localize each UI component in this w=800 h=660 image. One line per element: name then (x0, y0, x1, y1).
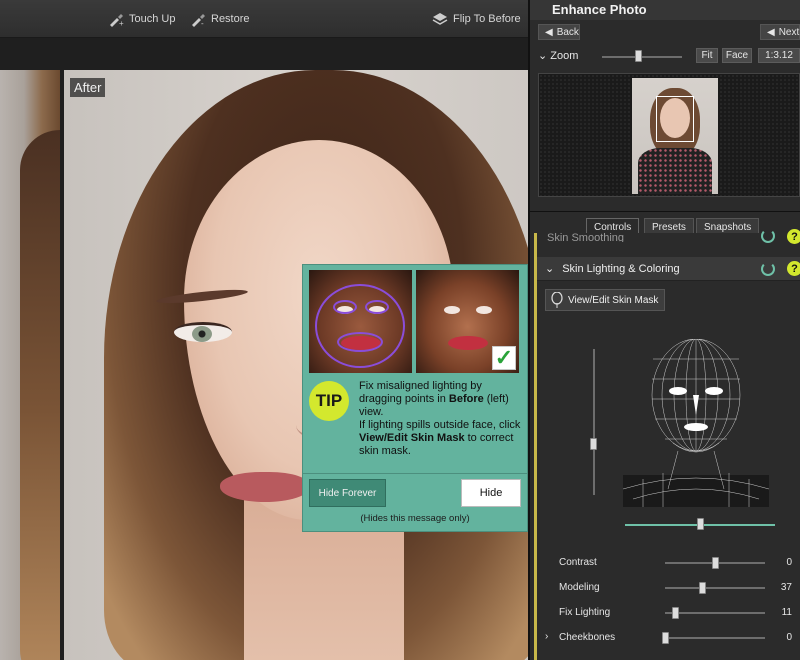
vertical-light-slider[interactable] (593, 349, 595, 495)
contrast-knob[interactable] (712, 557, 719, 569)
modeling-label: Modeling (559, 582, 600, 593)
zoom-slider-knob[interactable] (635, 50, 642, 62)
flip-to-before-button[interactable]: Flip To Before (432, 11, 521, 27)
zoom-slider[interactable] (602, 56, 682, 58)
face-button[interactable]: Face (722, 48, 752, 63)
skin-smoothing-header[interactable]: Skin Smoothing (547, 232, 624, 242)
portrait-lips (220, 472, 310, 502)
help-icon[interactable]: ? (787, 229, 800, 244)
brush-icon: - (192, 14, 205, 27)
restore-label: Restore (211, 13, 250, 25)
enhance-panel: Enhance Photo ◀ Back ◀ Next ⌄ Zoom Fit Fac… (528, 0, 800, 660)
chevron-right-icon[interactable]: › (545, 631, 548, 642)
help-icon[interactable]: ? (787, 261, 800, 276)
back-button[interactable]: ◀ Back (538, 24, 580, 40)
panel-title: Enhance Photo (530, 0, 800, 20)
horizontal-light-knob[interactable] (697, 518, 704, 530)
cheekbones-knob[interactable] (662, 632, 669, 644)
left-eye (174, 322, 232, 342)
top-toolbar: + Touch Up - Restore Flip To Before (0, 0, 528, 38)
zoom-toggle[interactable]: ⌄ Zoom (538, 49, 578, 62)
after-label: After (70, 78, 106, 97)
layers-icon (432, 13, 448, 25)
tip-badge: TIP (309, 381, 349, 421)
modeling-knob[interactable] (699, 582, 706, 594)
tip-before-image (309, 270, 412, 373)
view-edit-skin-mask-button[interactable]: View/Edit Skin Mask (545, 289, 665, 311)
power-icon[interactable] (761, 262, 775, 276)
tip-actions: Hide Forever Hide (303, 473, 527, 511)
fix-lighting-value: 11 (781, 607, 792, 618)
restore-button[interactable]: - Restore (190, 11, 250, 27)
touch-up-button[interactable]: + Touch Up (108, 11, 175, 27)
brush-icon: + (110, 14, 124, 27)
head-wireframe[interactable] (623, 339, 769, 507)
panel-tabs: Controls Presets Snapshots (530, 211, 800, 235)
cheekbones-value: 0 (786, 632, 792, 643)
zoom-row: ⌄ Zoom Fit Face 1:3.12 (530, 47, 800, 65)
flip-label: Flip To Before (453, 13, 521, 25)
tip-message: Fix misaligned lighting by dragging poin… (359, 380, 521, 457)
contrast-slider-row: Contrast 0 (537, 554, 800, 574)
controls-panel: Skin Smoothing ? ⌄ Skin Lighting & Color… (534, 229, 800, 660)
contrast-value: 0 (786, 557, 792, 568)
mask-icon (551, 292, 563, 308)
zoom-ratio-field[interactable]: 1:3.12 (758, 48, 800, 63)
tip-after-image: ✓ (416, 270, 519, 373)
fix-lighting-label: Fix Lighting (559, 607, 611, 618)
fit-button[interactable]: Fit (696, 48, 718, 63)
modeling-value: 37 (780, 582, 792, 593)
checkmark-icon: ✓ (492, 346, 516, 370)
navigator-preview[interactable] (538, 73, 800, 197)
power-icon[interactable] (761, 229, 775, 243)
caret-left-icon: ◀ (545, 26, 553, 38)
chevron-down-icon: ⌄ (545, 263, 555, 275)
fix-lighting-slider[interactable] (665, 612, 765, 614)
hide-button[interactable]: Hide (461, 479, 521, 507)
before-view[interactable] (0, 70, 60, 660)
navigator-thumbnail (632, 78, 718, 194)
svg-text:-: - (201, 19, 204, 27)
modeling-slider[interactable] (665, 587, 765, 589)
contrast-label: Contrast (559, 557, 597, 568)
cheekbones-slider-row: › Cheekbones 0 (537, 629, 800, 649)
fix-lighting-slider-row: Fix Lighting 11 (537, 604, 800, 624)
touch-up-label: Touch Up (129, 13, 176, 25)
tip-popup: ✓ TIP Fix misaligned lighting by draggin… (302, 264, 528, 532)
caret-right-icon: ◀ (767, 26, 775, 38)
hide-forever-button[interactable]: Hide Forever (309, 479, 386, 507)
fix-lighting-knob[interactable] (672, 607, 679, 619)
modeling-slider-row: Modeling 37 (537, 579, 800, 599)
chevron-down-icon: ⌄ (538, 50, 548, 62)
vertical-light-knob[interactable] (590, 437, 597, 450)
svg-text:+: + (119, 19, 124, 27)
view-rectangle[interactable] (656, 96, 694, 142)
cheekbones-label: Cheekbones (559, 632, 616, 643)
next-button[interactable]: ◀ Next (760, 24, 800, 40)
cheekbones-slider[interactable] (665, 637, 765, 639)
tip-note: (Hides this message only) (360, 513, 470, 524)
